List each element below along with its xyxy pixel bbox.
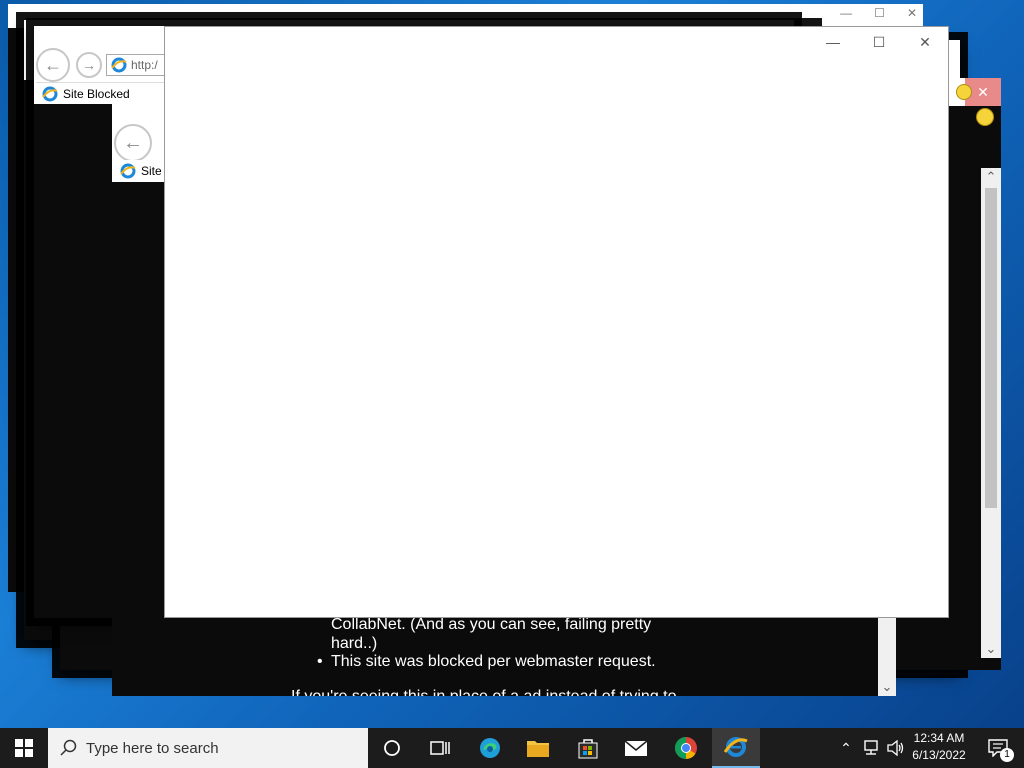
task-view-button[interactable] — [416, 728, 464, 768]
scrollbar-middle[interactable]: ⌄ — [878, 614, 896, 696]
bullet-icon: • — [317, 653, 323, 670]
store-button[interactable] — [564, 728, 612, 768]
start-button[interactable] — [0, 728, 48, 768]
maximize-icon[interactable]: ☐ — [856, 34, 902, 51]
mail-icon — [624, 740, 648, 756]
store-bag-icon — [578, 739, 598, 759]
search-placeholder: Type here to search — [86, 739, 219, 757]
scroll-down-icon[interactable]: ⌄ — [878, 678, 896, 696]
address-bar[interactable]: http:/ — [106, 54, 166, 76]
mail-button[interactable] — [612, 728, 660, 768]
minimize-icon[interactable]: — — [810, 34, 856, 50]
ie-taskbar-button[interactable] — [712, 728, 760, 768]
cortana-button[interactable] — [368, 728, 416, 768]
ie-tab-icon — [120, 163, 136, 179]
network-icon — [864, 740, 878, 755]
back-button[interactable]: ← — [36, 48, 70, 82]
speaker-icon — [887, 740, 904, 756]
window-controls: — ☐ ✕ — [810, 27, 948, 57]
file-explorer-button[interactable] — [514, 728, 562, 768]
taskbar-search-box[interactable]: Type here to search — [48, 728, 368, 768]
network-button[interactable] — [860, 728, 882, 768]
scrollbar-right[interactable]: ⌃ ⌄ — [981, 168, 1001, 658]
window-controls-back-1: — ☐ ✕ — [840, 6, 917, 20]
forward-button[interactable]: → — [76, 52, 102, 78]
blocked-line-4: If you're seeing this in place of a ad i… — [291, 688, 677, 696]
ie-tab-icon — [42, 86, 58, 102]
blocked-line-1: CollabNet. (And as you can see, failing … — [331, 616, 652, 633]
windows-logo-icon — [15, 739, 33, 757]
edge-icon — [480, 738, 500, 758]
clock[interactable]: 12:34 AM 6/13/2022 — [908, 730, 970, 766]
smiley-icon-2[interactable] — [956, 84, 972, 100]
taskbar: Type here to search ⌃ 12:34 AM 6/13/2022… — [0, 728, 1024, 768]
action-center-button[interactable]: 1 — [978, 728, 1018, 768]
arrow-left-icon: ← — [44, 54, 62, 75]
clock-date: 6/13/2022 — [912, 748, 966, 762]
maximize-icon[interactable]: ☐ — [874, 6, 885, 20]
show-hidden-icons-button[interactable]: ⌃ — [836, 728, 856, 768]
notification-badge: 1 — [1000, 748, 1014, 762]
scroll-thumb[interactable] — [985, 188, 997, 508]
blocked-line-2: hard..) — [331, 635, 378, 652]
arrow-left-icon: ← — [123, 131, 143, 154]
smiley-icon[interactable] — [976, 108, 994, 126]
volume-button[interactable] — [884, 728, 906, 768]
internet-explorer-icon — [723, 737, 748, 757]
scroll-down-icon[interactable]: ⌄ — [981, 640, 1001, 658]
blocked-line-3: This site was blocked per webmaster requ… — [331, 653, 656, 670]
arrow-right-icon: → — [82, 57, 96, 73]
clock-time: 12:34 AM — [913, 731, 965, 745]
edge-button[interactable] — [466, 728, 514, 768]
tab-site-blocked[interactable]: Site Blocked — [36, 82, 164, 104]
cortana-circle-icon — [384, 740, 400, 756]
back-button[interactable]: ← — [114, 124, 152, 162]
chrome-icon — [675, 737, 697, 759]
task-view-icon — [430, 741, 450, 755]
tab-label: Site Blocked — [63, 86, 130, 101]
address-text: http:/ — [131, 58, 158, 72]
close-icon[interactable]: ✕ — [907, 6, 917, 20]
scroll-up-icon[interactable]: ⌃ — [981, 168, 1001, 186]
search-icon — [60, 739, 77, 756]
blocked-message: CollabNet. (And as you can see, failing … — [290, 614, 870, 696]
folder-icon — [527, 741, 549, 757]
close-icon[interactable]: ✕ — [902, 34, 948, 51]
ie-page-icon — [111, 57, 127, 73]
minimize-icon[interactable]: — — [840, 6, 852, 20]
chrome-button[interactable] — [662, 728, 710, 768]
front-blank-window: — ☐ ✕ — [164, 26, 949, 618]
